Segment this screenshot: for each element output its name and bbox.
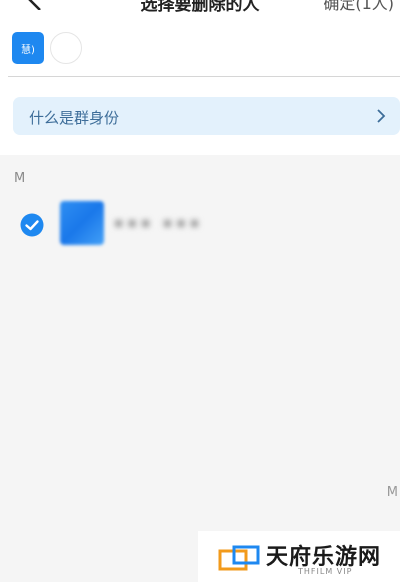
- group-identity-tip[interactable]: 什么是群身份: [13, 97, 400, 135]
- checked-circle-icon[interactable]: [20, 213, 44, 237]
- confirm-button[interactable]: 确定(1人): [323, 0, 394, 14]
- nav-bar: 选择要删除的人 确定(1人): [0, 0, 400, 14]
- member-list: M ▪▪▪ ▪▪▪ M: [0, 155, 400, 582]
- member-name: ▪▪▪ ▪▪▪: [114, 215, 204, 231]
- chevron-right-icon: [377, 109, 386, 123]
- tip-label: 什么是群身份: [29, 109, 120, 127]
- watermark-logo-icon: [218, 545, 260, 571]
- section-letter: M: [14, 171, 26, 186]
- selected-member-avatar[interactable]: 慧): [12, 32, 44, 64]
- watermark: 天府乐游网 THFILM VIP: [198, 531, 400, 582]
- list-item[interactable]: ▪▪▪ ▪▪▪: [0, 189, 400, 259]
- watermark-subtitle: THFILM VIP: [298, 567, 353, 576]
- selected-members-strip: 慧): [0, 24, 400, 76]
- divider: [8, 76, 400, 77]
- avatar: [60, 201, 104, 245]
- section-header: M: [0, 155, 400, 189]
- search-placeholder-circle[interactable]: [50, 32, 82, 64]
- index-bar-letter[interactable]: M: [387, 485, 398, 500]
